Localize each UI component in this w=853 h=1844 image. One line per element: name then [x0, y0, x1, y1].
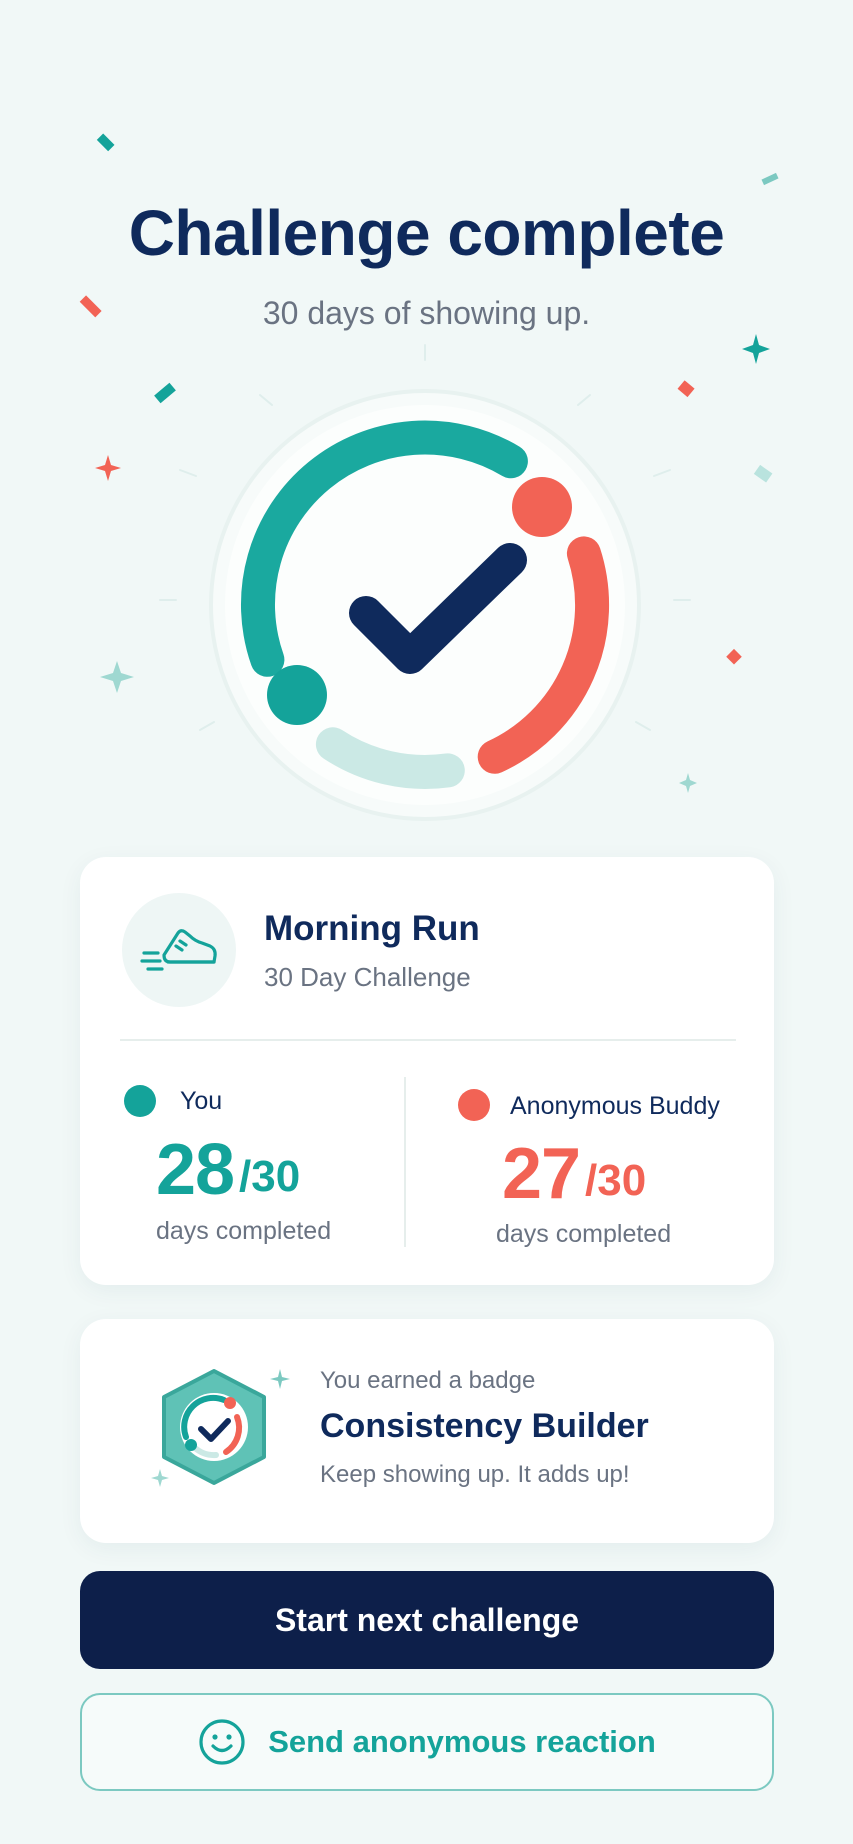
send-anonymous-reaction-label: Send anonymous reaction [268, 1724, 656, 1759]
page-subtitle: 30 days of showing up. [262, 295, 591, 331]
challenge-complete-check-icon [209, 389, 641, 821]
challenge-type: 30 Day Challenge [264, 962, 471, 992]
badge-name: Consistency Builder [320, 1407, 649, 1445]
buddy-caption: days completed [496, 1220, 672, 1248]
start-next-challenge-label: Start next challenge [274, 1601, 580, 1638]
send-anonymous-reaction-button[interactable]: Send anonymous reaction [80, 1693, 774, 1791]
page-title: Challenge complete [128, 197, 725, 269]
buddy-color-dot [458, 1089, 490, 1121]
smiley-face-icon [198, 1718, 246, 1766]
you-days-completed: 28 [156, 1130, 235, 1210]
start-next-challenge-button[interactable]: Start next challenge [80, 1571, 774, 1669]
badge-kicker: You earned a badge [320, 1367, 536, 1394]
participant-name-you: You [180, 1087, 223, 1115]
you-days-total: /30 [239, 1152, 301, 1201]
participant-name-buddy: Anonymous Buddy [510, 1092, 720, 1120]
badge-card: You earned a badge Consistency Builder K… [80, 1319, 774, 1543]
buddy-days-completed: 27 [502, 1134, 581, 1214]
running-shoe-icon [122, 893, 236, 1007]
you-caption: days completed [156, 1217, 332, 1245]
buddy-days-total: /30 [585, 1156, 647, 1205]
challenge-name: Morning Run [264, 909, 480, 948]
checkmark-ring-badge-icon [151, 1369, 290, 1487]
you-color-dot [124, 1085, 156, 1117]
challenge-summary-card: Morning Run 30 Day Challenge You 28 /30 … [80, 857, 774, 1285]
divider [120, 1039, 736, 1041]
badge-description: Keep showing up. It adds up! [320, 1461, 630, 1488]
divider [404, 1077, 406, 1247]
